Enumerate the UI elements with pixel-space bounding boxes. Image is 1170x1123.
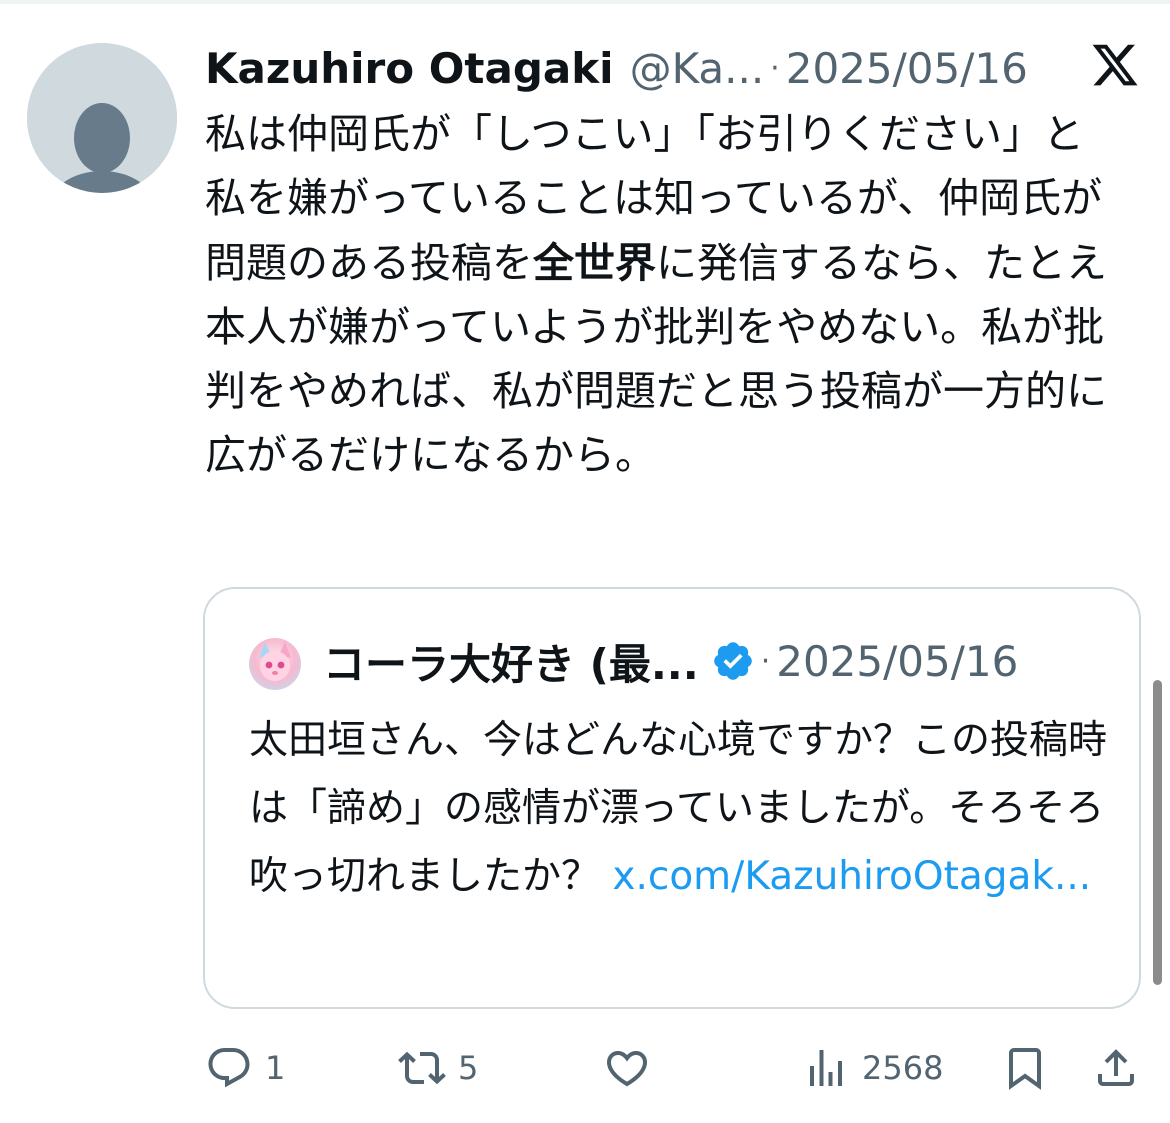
retweet-icon <box>398 1051 446 1084</box>
views-count: 2568 <box>862 1048 944 1087</box>
retweet-button[interactable]: 5 <box>398 1030 478 1105</box>
reply-icon <box>208 1047 250 1087</box>
action-bar: 1 5 2568 <box>0 1030 1170 1105</box>
author-avatar[interactable] <box>27 43 177 193</box>
default-avatar-icon <box>27 43 177 193</box>
tweet-text: 私は仲岡氏が「しつこい」「お引りください」と私を嫌がっていることは知っているが、… <box>205 102 1120 488</box>
header-separator: · <box>770 50 780 86</box>
retweet-count: 5 <box>458 1048 479 1087</box>
tweet-header: Kazuhiro Otagaki @Ka... · 2025/05/16 <box>205 38 1145 98</box>
tweet-text-bold: 全世界 <box>533 238 656 287</box>
views-icon <box>810 1049 842 1086</box>
bookmark-button[interactable] <box>1001 1030 1049 1105</box>
heart-icon <box>606 1050 648 1086</box>
quoted-tweet-text: 太田垣さん、今はどんな心境ですか？この投稿時は「諦め」の感情が漂っていましたが。… <box>249 707 1109 911</box>
share-icon <box>1098 1048 1134 1086</box>
x-logo-icon <box>1092 44 1138 86</box>
quoted-tweet-date: 2025/05/16 <box>776 636 1019 686</box>
author-name[interactable]: Kazuhiro Otagaki <box>205 44 614 93</box>
quoted-header-separator: · <box>760 643 771 679</box>
quoted-tweet-header: コーラ大好き (最... · 2025/05/16 <box>323 631 1018 691</box>
quoted-tweet-link[interactable]: x.com/KazuhiroOtagak... <box>612 854 1091 899</box>
reply-button[interactable]: 1 <box>205 1030 285 1105</box>
like-button[interactable] <box>603 1030 651 1105</box>
top-divider <box>0 0 1170 4</box>
share-button[interactable] <box>1092 1030 1140 1105</box>
scrollbar[interactable] <box>1153 680 1162 985</box>
quoted-tweet-card[interactable]: コーラ大好き (最... · 2025/05/16 太田垣さん、今はどんな心境で… <box>203 587 1141 1009</box>
quoted-author-avatar <box>249 638 301 690</box>
reply-count: 1 <box>265 1048 286 1087</box>
tweet-date[interactable]: 2025/05/16 <box>786 44 1028 93</box>
quoted-author-name: コーラ大好き (最... <box>323 639 699 689</box>
views-button[interactable]: 2568 <box>802 1030 943 1105</box>
quoted-avatar-icon <box>249 638 301 690</box>
verified-badge-icon <box>713 642 752 680</box>
bookmark-icon <box>1009 1047 1041 1090</box>
author-handle[interactable]: @Ka... <box>630 44 765 93</box>
